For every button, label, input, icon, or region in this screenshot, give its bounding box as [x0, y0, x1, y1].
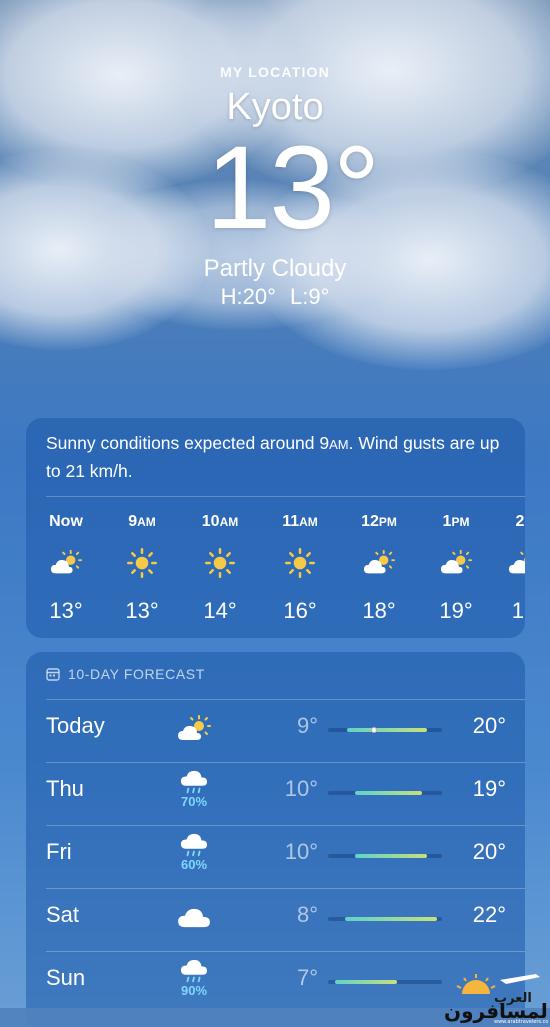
high-temp: H:20°	[220, 284, 276, 309]
high-temp: 19°	[472, 776, 506, 801]
low-temp: 9°	[296, 713, 318, 738]
rain-cloud-icon	[174, 959, 214, 985]
forecast-summary: Sunny conditions expected around 9AM. Wi…	[46, 433, 500, 481]
forecast-row[interactable]: Thu 70% 10° 19°	[26, 762, 525, 825]
current-weather: MY LOCATION Kyoto 13° Partly Cloudy H:20…	[0, 0, 550, 330]
hour-item: 1PM 19°	[418, 510, 494, 624]
forecast-row[interactable]: Today 9° 20°	[26, 699, 525, 762]
temp-range-bar	[328, 917, 442, 921]
hour-item: 9AM 13°	[104, 510, 180, 624]
hour-label: 11AM	[282, 513, 318, 530]
day-weather: 70%	[174, 770, 214, 809]
hour-label: 9AM	[128, 513, 156, 530]
high-temp: 22°	[472, 902, 506, 927]
temp-range-bar	[328, 980, 442, 984]
svg-text:www.arabtravelers.com: www.arabtravelers.com	[494, 1019, 548, 1024]
partly-cloudy-icon	[28, 542, 104, 584]
hourly-list[interactable]: Now 13° 9AM 13° 10AM 14° 11AM 16° 12PM 1…	[26, 510, 525, 630]
hour-temp: 19	[511, 598, 525, 623]
condition-text: Partly Cloudy	[203, 255, 347, 282]
temp-range-bar	[328, 791, 442, 795]
hour-temp: 13°	[125, 598, 159, 623]
hour-label: 2P	[515, 513, 525, 530]
hour-temp: 14°	[203, 598, 237, 623]
hourly-forecast-card[interactable]: Sunny conditions expected around 9AM. Wi…	[26, 418, 525, 638]
forecast-row[interactable]: Sat 8° 22°	[26, 888, 525, 951]
partly-cloudy-icon	[418, 542, 494, 584]
low-temp: L:9°	[290, 284, 330, 309]
partly-cloudy-icon	[486, 542, 525, 584]
temp-range-fill	[335, 980, 397, 984]
precip-chance: 60%	[180, 857, 208, 872]
hour-label: Now	[49, 513, 83, 530]
low-temp: 7°	[296, 965, 318, 990]
hour-temp: 13°	[49, 598, 83, 623]
hour-label: 10AM	[201, 513, 239, 530]
day-weather: 60%	[174, 833, 214, 872]
day-weather	[174, 707, 214, 749]
day-weather	[174, 896, 214, 938]
hour-temp: 19°	[439, 598, 473, 623]
sun-icon	[182, 542, 258, 584]
high-temp: 20°	[472, 713, 506, 738]
hour-temp: 18°	[362, 598, 396, 623]
forecast-row[interactable]: Fri 60% 10° 20°	[26, 825, 525, 888]
cloud-icon	[174, 896, 214, 940]
forecast-header: 10-DAY FORECAST	[46, 666, 205, 682]
rain-cloud-icon	[174, 833, 214, 859]
sun-icon	[262, 542, 338, 584]
day-name: Sun	[46, 965, 86, 990]
watermark-logo: العرب المسافرون www.arabtravelers.com	[440, 968, 550, 1025]
current-temperature: 13°	[205, 122, 380, 254]
low-temp: 8°	[296, 902, 318, 927]
low-temp: 10°	[284, 839, 318, 864]
day-weather: 90%	[174, 959, 214, 998]
temp-range-fill	[355, 791, 422, 795]
rain-cloud-icon	[174, 770, 214, 796]
forecast-title: 10-DAY FORECAST	[68, 666, 205, 682]
day-name: Fri	[46, 839, 72, 864]
hour-item: 10AM 14°	[182, 510, 258, 624]
precip-chance: 70%	[180, 794, 208, 809]
hour-item: 12PM 18°	[341, 510, 417, 624]
current-temp-marker	[371, 727, 377, 733]
day-name: Sat	[46, 902, 80, 927]
day-name: Thu	[46, 776, 84, 801]
high-low: H:20° L:9°	[0, 284, 550, 310]
partly-cloudy-icon	[341, 542, 417, 584]
hour-item: Now 13°	[28, 510, 104, 624]
low-temp: 10°	[284, 776, 318, 801]
temp-range-fill	[347, 728, 427, 732]
hour-label: 12PM	[361, 513, 397, 530]
high-temp: 20°	[472, 839, 506, 864]
location-label: MY LOCATION	[220, 64, 330, 80]
divider	[46, 496, 525, 497]
temp-range-fill	[345, 917, 437, 921]
temp-range-bar	[328, 727, 442, 733]
precip-chance: 90%	[180, 983, 208, 998]
hour-temp: 16°	[283, 598, 317, 623]
day-name: Today	[46, 713, 105, 738]
temp-range-bar	[328, 854, 442, 858]
partly-cloudy-icon	[174, 707, 214, 751]
calendar-icon	[46, 668, 60, 681]
temp-range-fill	[355, 854, 427, 858]
hour-item: 11AM 16°	[262, 510, 338, 624]
hour-label: 1PM	[442, 513, 470, 530]
hour-item: 2P 19	[486, 510, 525, 624]
sun-icon	[104, 542, 180, 584]
